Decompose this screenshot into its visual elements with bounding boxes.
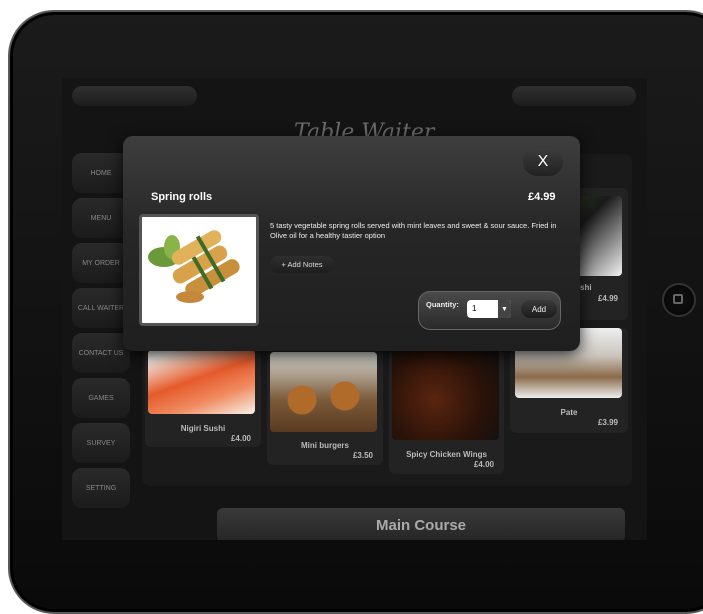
chevron-down-icon: ▼ [498,300,511,318]
top-right-bar [512,86,636,106]
item-name: Nigiri Sushi [180,424,226,433]
nav-home[interactable]: HOME [72,153,130,193]
home-button[interactable] [662,283,696,317]
home-square-icon [673,294,683,304]
category-title[interactable]: Main Course [217,508,625,540]
item-name: Mini burgers [300,441,349,450]
nav-games[interactable]: GAMES [72,378,130,418]
quantity-value: 1 [472,304,477,313]
item-name: Spicy Chicken Wings [406,450,487,459]
item-price: £4.00 [230,434,251,443]
item-detail-modal: X Spring rolls £4.99 5 tasty vegetable s… [123,136,580,351]
item-price: £4.99 [528,191,556,203]
item-description: 5 tasty vegetable spring rolls served wi… [270,221,557,240]
menu-card[interactable]: Nigiri Sushi £4.00 [145,350,261,447]
add-button[interactable]: Add [521,300,557,318]
item-price: £3.99 [597,418,618,427]
item-price: £3.50 [352,451,373,460]
item-name: Pate [560,408,578,417]
nav-survey[interactable]: SURVEY [72,423,130,463]
menu-card[interactable]: Mini burgers £3.50 [267,350,383,465]
quantity-select[interactable]: 1 ▼ [467,300,511,318]
menu-card[interactable]: Spicy Chicken Wings £4.00 [389,350,504,474]
quantity-panel: Quantity: 1 ▼ Add [418,291,561,330]
nav-my-order[interactable]: MY ORDER [72,243,130,283]
nav-contact-us[interactable]: CONTACT US [72,333,130,373]
nigiri-sushi-image [148,350,255,414]
nav-menu[interactable]: MENU [72,198,130,238]
nav-setting[interactable]: SETTING [72,468,130,508]
top-left-bar [72,86,197,106]
item-name: shi [580,283,592,292]
item-title: Spring rolls [151,191,213,203]
item-price: £4.99 [597,294,618,303]
quantity-label: Quantity: [426,300,459,309]
mini-burgers-image [270,352,377,432]
close-button[interactable]: X [523,148,563,176]
add-notes-button[interactable]: + Add Notes [270,256,334,273]
item-price: £4.00 [473,460,494,469]
nav-call-waiter[interactable]: CALL WAITER [72,288,130,328]
spring-rolls-image [139,214,259,326]
chicken-wings-image [392,350,499,440]
